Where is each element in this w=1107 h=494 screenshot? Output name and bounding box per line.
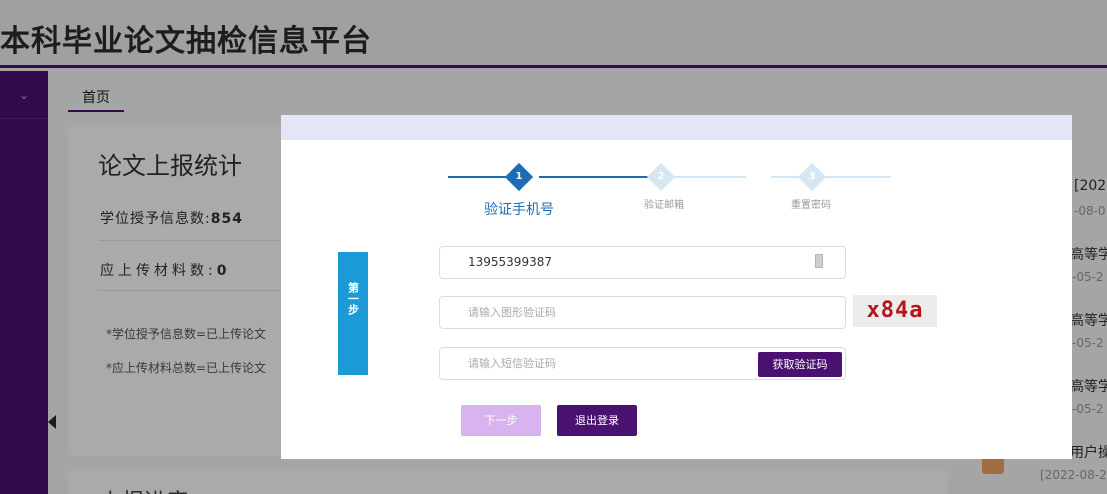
sms-code-input[interactable]: 请输入短信验证码 获取验证码 bbox=[439, 347, 846, 380]
phone-icon bbox=[815, 254, 823, 268]
captcha-placeholder: 请输入图形验证码 bbox=[468, 306, 556, 319]
step-line bbox=[448, 176, 506, 178]
step-line bbox=[672, 176, 746, 178]
logout-button[interactable]: 退出登录 bbox=[557, 405, 637, 436]
step-line bbox=[539, 176, 649, 178]
step-tag-text: 第一步 bbox=[346, 282, 360, 315]
step-1-label: 验证手机号 bbox=[484, 202, 554, 218]
modal-header bbox=[281, 115, 1072, 140]
phone-value: 13955399387 bbox=[468, 255, 552, 269]
captcha-input[interactable]: 请输入图形验证码 bbox=[439, 296, 846, 329]
verify-modal: 1 2 3 验证手机号 验证邮箱 重置密码 第一步 13955399387 请输… bbox=[281, 115, 1072, 459]
step-2-label: 验证邮箱 bbox=[644, 200, 684, 211]
step-2-number: 2 bbox=[657, 171, 665, 182]
step-line bbox=[771, 176, 891, 178]
step-3-number: 3 bbox=[808, 171, 816, 182]
get-code-button[interactable]: 获取验证码 bbox=[758, 352, 842, 377]
sms-code-placeholder: 请输入短信验证码 bbox=[468, 357, 556, 370]
captcha-image[interactable]: x84a bbox=[853, 295, 937, 327]
step-3-label: 重置密码 bbox=[791, 200, 831, 211]
next-step-button[interactable]: 下一步 bbox=[461, 405, 541, 436]
step-tag: 第一步 bbox=[338, 252, 368, 375]
step-1-number: 1 bbox=[515, 171, 523, 182]
phone-field[interactable]: 13955399387 bbox=[439, 246, 846, 279]
